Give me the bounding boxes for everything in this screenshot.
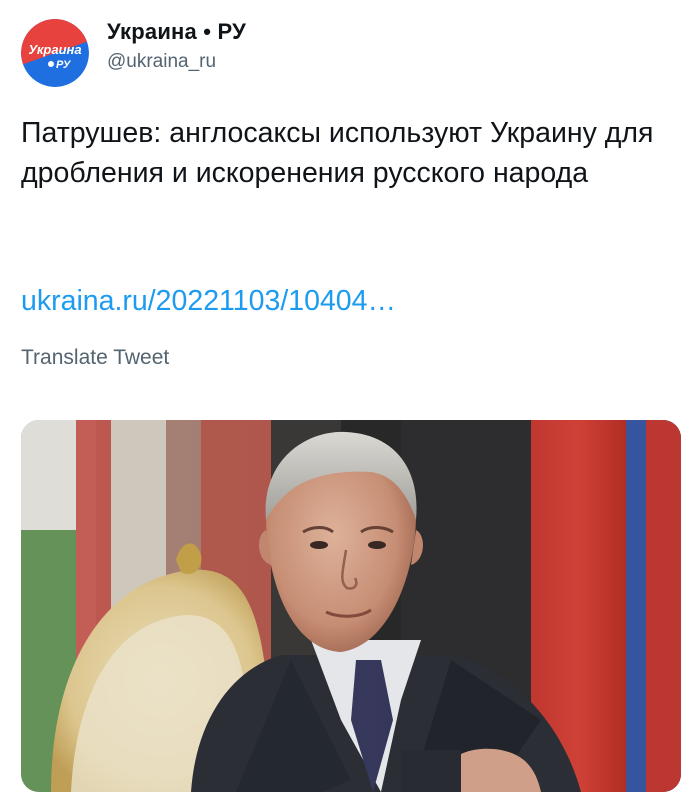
avatar-text-line1: Украина xyxy=(28,42,81,57)
author-handle[interactable]: @ukraina_ru xyxy=(107,50,246,74)
author-display-name[interactable]: Украина • РУ xyxy=(107,18,246,46)
tweet-card: Украина РУ Украина • РУ @ukraina_ru Патр… xyxy=(0,0,696,810)
tweet-text: Патрушев: англосаксы используют Украину … xyxy=(21,117,654,189)
photo-of-man-in-suit-icon xyxy=(21,420,681,792)
avatar[interactable]: Украина РУ xyxy=(21,19,89,87)
avatar-logo-icon: Украина РУ xyxy=(21,19,89,87)
avatar-text-line2: РУ xyxy=(56,59,72,71)
tweet-link[interactable]: ukraina.ru/20221103/10404… xyxy=(21,281,396,321)
author-names: Украина • РУ @ukraina_ru xyxy=(107,18,246,74)
tweet-header: Украина РУ Украина • РУ @ukraina_ru xyxy=(21,17,246,89)
tweet-media-photo[interactable] xyxy=(21,420,681,792)
translate-tweet-button[interactable]: Translate Tweet xyxy=(21,343,169,373)
